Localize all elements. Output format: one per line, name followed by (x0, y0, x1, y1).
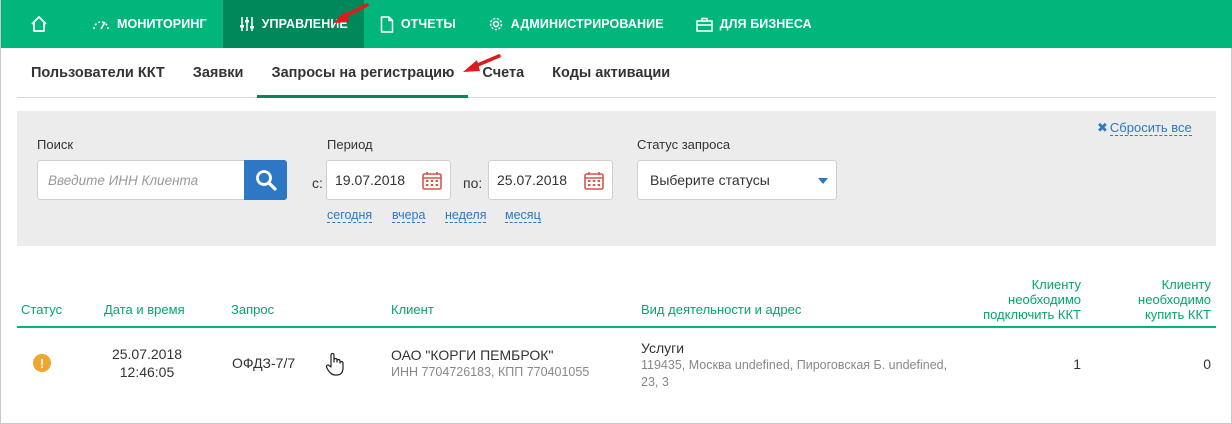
column-header-line: подключить ККТ (983, 307, 1081, 322)
status-select[interactable]: Выберите статусы (637, 160, 837, 200)
close-icon: ✖ (1097, 120, 1108, 135)
date-from-field[interactable]: 19.07.2018 (326, 160, 451, 200)
row-date: 25.07.2018 (111, 346, 183, 362)
filter-panel: Поиск Период с: 19.07.2018 по: 25.07.201… (17, 111, 1216, 246)
status-select-value: Выберите статусы (650, 172, 770, 188)
nav-item-monitoring[interactable]: МОНИТОРИНГ (76, 0, 223, 48)
column-header-activity[interactable]: Вид деятельности и адрес (641, 302, 801, 317)
column-header-line: Клиенту (1031, 277, 1081, 292)
quick-link-week[interactable]: неделя (445, 208, 487, 223)
column-header-line: купить ККТ (1144, 307, 1211, 322)
quick-link-month[interactable]: месяц (505, 208, 541, 223)
status-label: Статус запроса (637, 137, 731, 152)
column-header-request[interactable]: Запрос (231, 302, 274, 317)
row-address-line: 119435, Москва undefined, Пироговская Б.… (641, 358, 948, 372)
row-datetime: 25.07.2018 12:46:05 (91, 345, 203, 381)
row-client: ОАО "КОРГИ ПЕМБРОК" ИНН 7704726183, КПП … (391, 346, 589, 381)
nav-item-reports[interactable]: ОТЧЕТЫ (364, 0, 472, 48)
search-button[interactable] (244, 160, 287, 200)
date-from-value: 19.07.2018 (335, 172, 406, 188)
search-label: Поиск (37, 137, 74, 152)
search-input[interactable] (48, 172, 238, 188)
home-icon (30, 16, 47, 32)
column-header-buy-kkt[interactable]: Клиенту необходимо купить ККТ (1071, 277, 1211, 322)
row-request: ОФДЗ-7/7 (232, 355, 296, 371)
app-frame: МОНИТОРИНГ УПРАВЛЕНИЕ ОТЧЕТЫ АДМИНИСТРИР… (0, 0, 1232, 424)
date-to-field[interactable]: 25.07.2018 (488, 160, 613, 200)
calendar-icon[interactable] (422, 171, 442, 190)
row-address-line: 23, 3 (641, 375, 669, 389)
annotation-arrow-icon (333, 3, 369, 23)
date-from-prefix: с: (312, 175, 323, 191)
sub-tabs: Пользователи ККТ Заявки Запросы на регис… (17, 48, 1216, 98)
quick-link-yesterday[interactable]: вчера (392, 208, 426, 223)
tab-kkt-users[interactable]: Пользователи ККТ (17, 48, 179, 97)
chevron-down-icon (818, 178, 828, 184)
document-icon (380, 15, 394, 33)
date-to-value: 25.07.2018 (497, 172, 568, 188)
annotation-arrow-icon (463, 54, 501, 72)
tab-registration-requests[interactable]: Запросы на регистрацию (257, 48, 469, 98)
table-header-divider (17, 326, 1216, 328)
reset-all-link[interactable]: ✖ Сбросить все (1097, 120, 1192, 136)
column-header-line: необходимо (1008, 292, 1081, 307)
column-header-connect-kkt[interactable]: Клиенту необходимо подключить ККТ (941, 277, 1081, 322)
nav-item-label: МОНИТОРИНГ (117, 17, 207, 31)
column-header-status[interactable]: Статус (21, 302, 62, 317)
column-header-line: Клиенту (1161, 277, 1211, 292)
briefcase-icon (695, 17, 713, 32)
speedometer-icon (93, 21, 109, 30)
reset-all-label: Сбросить все (1109, 119, 1192, 136)
nav-item-administration[interactable]: АДМИНИСТРИРОВАНИЕ (472, 0, 680, 48)
row-activity-type: Услуги (641, 340, 685, 356)
gear-icon (489, 17, 503, 31)
nav-item-business[interactable]: ДЛЯ БИЗНЕСА (680, 0, 828, 48)
search-icon (255, 170, 277, 191)
quick-link-today[interactable]: сегодня (327, 208, 373, 223)
column-header-line: необходимо (1138, 292, 1211, 307)
nav-item-label: ДЛЯ БИЗНЕСА (719, 17, 812, 31)
home-button[interactable] (1, 0, 76, 48)
tab-applications[interactable]: Заявки (179, 48, 258, 97)
row-client-name: ОАО "КОРГИ ПЕМБРОК" (391, 347, 554, 363)
column-header-datetime[interactable]: Дата и время (104, 302, 185, 317)
hand-cursor-icon (325, 352, 344, 376)
tab-activation-codes[interactable]: Коды активации (538, 48, 684, 97)
nav-item-label: ОТЧЕТЫ (400, 17, 456, 31)
nav-item-label: АДМИНИСТРИРОВАНИЕ (510, 17, 664, 31)
period-label: Период (327, 137, 373, 152)
row-buy-kkt: 0 (1203, 356, 1211, 372)
top-nav: МОНИТОРИНГ УПРАВЛЕНИЕ ОТЧЕТЫ АДМИНИСТРИР… (1, 0, 1232, 48)
column-header-client[interactable]: Клиент (391, 302, 434, 317)
row-time: 12:46:05 (119, 364, 175, 380)
row-client-ids: ИНН 7704726183, КПП 770401055 (391, 365, 590, 379)
calendar-icon[interactable] (584, 171, 604, 190)
search-field[interactable] (37, 160, 245, 200)
warning-icon: ! (33, 354, 51, 372)
date-to-prefix: по: (463, 175, 483, 191)
row-activity: Услуги 119435, Москва undefined, Пирогов… (641, 339, 961, 391)
sliders-icon (239, 17, 254, 31)
row-connect-kkt: 1 (1073, 356, 1081, 372)
